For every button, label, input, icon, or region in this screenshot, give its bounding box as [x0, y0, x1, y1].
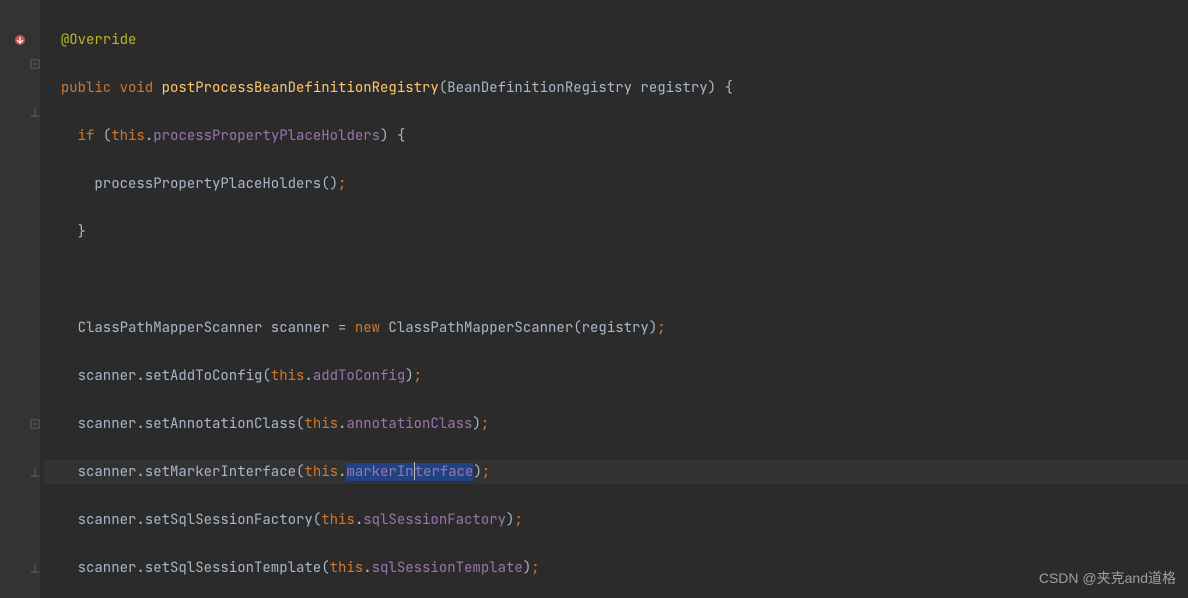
- gutter: [0, 0, 40, 598]
- selection: terface: [415, 463, 474, 481]
- code-line[interactable]: public void postProcessBeanDefinitionReg…: [44, 76, 1188, 100]
- end-block-icon[interactable]: [0, 556, 44, 580]
- code-line[interactable]: scanner.setSqlSessionTemplate(this.sqlSe…: [44, 556, 1188, 580]
- selection: markerIn: [346, 463, 413, 481]
- code-line[interactable]: }: [44, 220, 1188, 244]
- code-line-active[interactable]: scanner.setMarkerInterface(this.markerIn…: [44, 460, 1188, 484]
- code-line[interactable]: if (this.processPropertyPlaceHolders) {: [44, 124, 1188, 148]
- code-line[interactable]: processPropertyPlaceHolders();: [44, 172, 1188, 196]
- end-block-icon[interactable]: [0, 100, 44, 124]
- end-block-icon[interactable]: [0, 460, 44, 484]
- watermark: CSDN @夹克and道格: [1039, 566, 1176, 590]
- code-content[interactable]: @Override public void postProcessBeanDef…: [40, 0, 1188, 598]
- code-line[interactable]: ClassPathMapperScanner scanner = new Cla…: [44, 316, 1188, 340]
- annotation: @Override: [61, 31, 137, 49]
- collapse-icon[interactable]: [0, 412, 44, 436]
- code-editor[interactable]: @Override public void postProcessBeanDef…: [0, 0, 1188, 598]
- code-line[interactable]: @Override: [44, 28, 1188, 52]
- collapse-icon[interactable]: [0, 52, 44, 76]
- code-line[interactable]: scanner.setAnnotationClass(this.annotati…: [44, 412, 1188, 436]
- override-gutter-icon[interactable]: [0, 28, 40, 52]
- caret: [414, 462, 415, 480]
- code-line[interactable]: scanner.setAddToConfig(this.addToConfig)…: [44, 364, 1188, 388]
- code-line[interactable]: scanner.setSqlSessionFactory(this.sqlSes…: [44, 508, 1188, 532]
- code-line[interactable]: [44, 268, 1188, 292]
